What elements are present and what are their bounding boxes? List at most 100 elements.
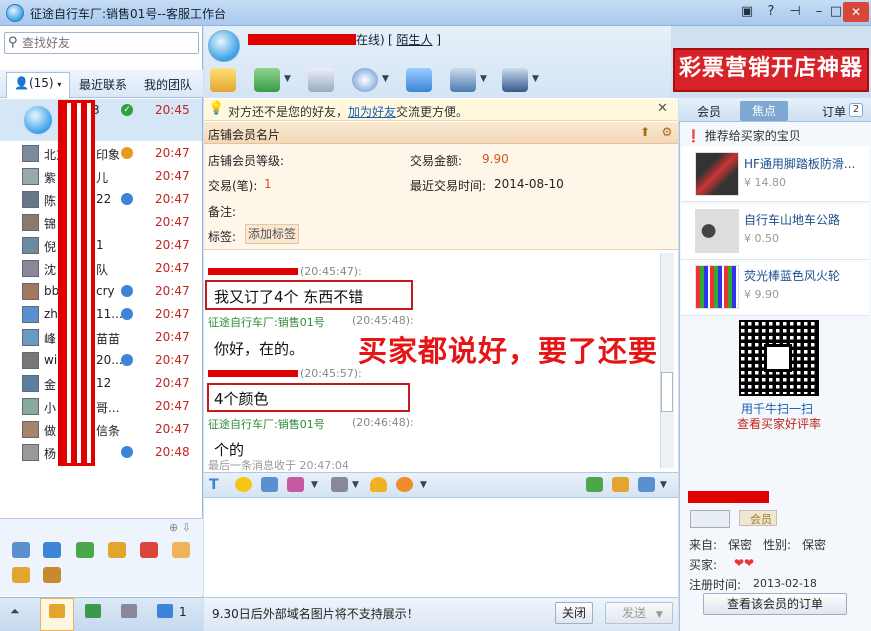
remote-icon[interactable] xyxy=(450,68,476,92)
contact-row[interactable]: 做 信条 20:47 xyxy=(0,418,202,441)
favorite-icon[interactable] xyxy=(612,477,629,492)
close-window-button[interactable]: ✕ xyxy=(843,2,869,22)
transfer-icon[interactable] xyxy=(210,68,236,92)
skin-icon[interactable]: ▣ xyxy=(737,3,757,21)
gift-tool-icon[interactable] xyxy=(172,542,190,558)
collapse-icon[interactable]: ⏶ xyxy=(10,604,20,619)
contact-time: 20:47 xyxy=(155,353,190,367)
tab-order[interactable]: 订单 xyxy=(822,103,846,120)
tab-member[interactable]: 会员 xyxy=(697,103,721,120)
add-friend-icon[interactable] xyxy=(406,68,432,92)
chevron-down-icon[interactable]: ▼ xyxy=(420,480,427,490)
plugin-tool-icon[interactable] xyxy=(108,542,126,558)
chevron-down-icon[interactable]: ▼ xyxy=(382,74,389,84)
tab-team[interactable]: 我的团队 xyxy=(144,76,192,93)
cow-tool-icon[interactable] xyxy=(43,567,61,583)
tab-recent[interactable]: 最近联系 xyxy=(79,76,127,93)
search-input[interactable] xyxy=(22,33,192,53)
tag-label: 标签: xyxy=(208,230,237,244)
avatar xyxy=(22,444,39,461)
message-icon[interactable] xyxy=(157,604,173,618)
heart-icon: ❤❤ xyxy=(734,556,755,570)
user-icon: 👤 xyxy=(14,76,29,90)
product-image[interactable] xyxy=(695,265,739,309)
message-time: (20:46:48): xyxy=(352,416,414,429)
voice-icon[interactable] xyxy=(308,68,334,92)
ad-banner[interactable]: 彩票营销开店神器 xyxy=(673,48,869,92)
stranger-label[interactable]: [ 陌生人 ] xyxy=(388,31,441,48)
help-icon[interactable]: ? xyxy=(761,3,781,21)
tab-focus[interactable]: 焦点 xyxy=(740,101,788,121)
chevron-down-icon[interactable]: ▼ xyxy=(311,480,318,490)
contact-row[interactable]: win 20... 20:47 xyxy=(0,349,202,372)
contact-row[interactable]: 陈 22 20:47 xyxy=(0,188,202,211)
avatar xyxy=(22,237,39,254)
contact-row[interactable]: 倪 1 20:47 xyxy=(0,234,202,257)
contact-name: 小 xyxy=(44,401,57,415)
chevron-down-icon[interactable]: ▼ xyxy=(656,610,663,620)
scrollbar-thumb[interactable] xyxy=(661,372,673,412)
contact-name-suffix: 儿 xyxy=(96,171,109,185)
product-image[interactable] xyxy=(695,152,739,196)
history-icon[interactable] xyxy=(586,477,603,492)
close-icon[interactable]: ✕ xyxy=(657,101,668,116)
font-icon[interactable]: T xyxy=(209,477,226,493)
contact-name: 倪 xyxy=(44,240,57,254)
chevron-down-icon[interactable]: ▼ xyxy=(480,74,487,84)
chat-scrollbar[interactable] xyxy=(660,253,674,468)
message-input[interactable] xyxy=(204,499,678,597)
contact-name: 沈 xyxy=(44,263,57,277)
screenshot-icon[interactable] xyxy=(287,477,304,492)
add-icon[interactable]: ⊕ ⇩ xyxy=(169,521,191,534)
phone-icon[interactable] xyxy=(85,604,101,618)
chevron-down-icon[interactable]: ▼ xyxy=(284,74,291,84)
video-icon[interactable] xyxy=(352,68,378,92)
contacts-tool-icon[interactable] xyxy=(12,542,30,558)
product-image[interactable] xyxy=(695,209,739,253)
chevron-down-icon[interactable]: ▼ xyxy=(660,480,667,490)
contact-row[interactable]: 峰 苗苗 20:47 xyxy=(0,326,202,349)
count-value: 1 xyxy=(264,177,272,191)
contact-row[interactable]: 小 哥... 20:47 xyxy=(0,395,202,418)
edit-tool-icon[interactable] xyxy=(12,567,30,583)
chat-avatar[interactable] xyxy=(208,30,240,62)
stranger-link[interactable]: 陌生人 xyxy=(397,33,433,47)
contact-time: 20:47 xyxy=(155,261,190,275)
contact-row[interactable]: 杨 20:48 xyxy=(0,441,202,464)
send-file-icon[interactable] xyxy=(254,68,280,92)
view-orders-button[interactable]: 查看该会员的订单 xyxy=(703,593,847,615)
contact-row[interactable]: 锦 20:47 xyxy=(0,211,202,234)
emoji-icon[interactable] xyxy=(235,477,252,492)
police-icon[interactable] xyxy=(502,68,528,92)
contact-row[interactable]: 紫 儿 20:47 xyxy=(0,165,202,188)
quick-reply-icon[interactable] xyxy=(331,477,348,492)
close-chat-button[interactable]: 关闭 xyxy=(555,602,593,624)
bell-icon[interactable] xyxy=(370,477,387,492)
shop-tool-icon[interactable] xyxy=(140,542,158,558)
product-name[interactable]: 自行车山地车公路 xyxy=(744,211,840,228)
add-friend-link[interactable]: 加为好友 xyxy=(348,105,396,119)
add-tag-button[interactable]: 添加标签 xyxy=(245,224,299,244)
contact-row[interactable]: bb cry 20:47 xyxy=(0,280,202,303)
product-name[interactable]: HF通用脚踏板防滑... xyxy=(744,155,855,172)
contact-row[interactable]: 沈 队 20:47 xyxy=(0,257,202,280)
chevron-down-icon[interactable]: ▼ xyxy=(532,74,539,84)
contact-name-suffix: 12 xyxy=(96,376,112,390)
contact-row[interactable]: 北京 印象 20:47 xyxy=(0,142,202,165)
image-icon[interactable] xyxy=(261,477,278,492)
send-button[interactable]: 发送 ▼ xyxy=(605,602,673,624)
contact-row[interactable]: zh 11... 20:47 xyxy=(0,303,202,326)
sell-tool-icon[interactable] xyxy=(43,542,61,558)
tools-icon[interactable] xyxy=(121,604,137,618)
share-tool-icon[interactable] xyxy=(76,542,94,558)
chevron-down-icon[interactable]: ▼ xyxy=(352,480,359,490)
contact-row[interactable]: 金 12 20:47 xyxy=(0,372,202,395)
reg-value: 2013-02-18 xyxy=(753,577,817,590)
qr-rating-link[interactable]: 查看买家好评率 xyxy=(737,415,821,432)
product-name[interactable]: 荧光棒蓝色风火轮 xyxy=(744,267,840,284)
contact-name-suffix: 11... xyxy=(96,307,123,321)
record-icon[interactable] xyxy=(638,477,655,492)
card-settings-icon[interactable]: ⬆ ⚙ xyxy=(640,125,672,139)
pin-icon[interactable]: ⊣ xyxy=(785,3,805,21)
heart-icon[interactable] xyxy=(396,477,413,492)
